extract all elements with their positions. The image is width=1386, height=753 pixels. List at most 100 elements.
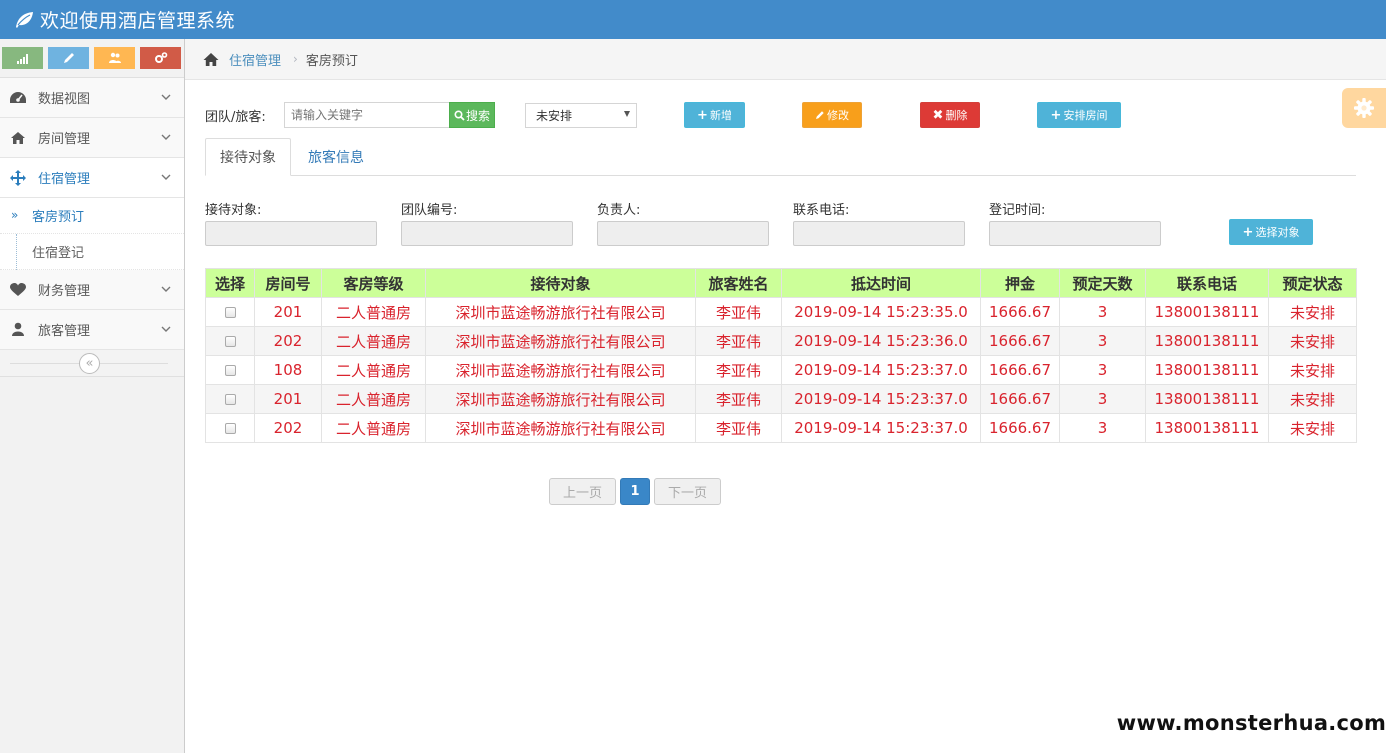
room-grade-cell: 二人普通房 — [321, 384, 426, 414]
reception-cell: 深圳市蓝途畅游旅行社有限公司 — [425, 297, 696, 327]
row-select-cell — [205, 384, 255, 414]
table-row[interactable]: 108 二人普通房 深圳市蓝途畅游旅行社有限公司 李亚伟 2019-09-14 … — [205, 355, 1357, 385]
arrival-time-cell: 2019-09-14 15:23:37.0 — [781, 413, 981, 443]
column-header[interactable]: 押金 — [980, 268, 1060, 298]
booking-days-cell: 3 — [1059, 297, 1146, 327]
breadcrumb-current: 客房预订 — [305, 53, 358, 69]
register-time-field[interactable] — [989, 221, 1161, 246]
status-select[interactable]: 未安排 — [525, 103, 637, 128]
settings-button[interactable] — [1342, 88, 1386, 128]
sidebar-item-label: 房间管理 — [38, 132, 91, 147]
shortcut-users-button[interactable] — [94, 47, 135, 69]
tab-reception[interactable]: 接待对象 — [205, 138, 291, 176]
column-header[interactable]: 预定状态 — [1268, 268, 1357, 298]
edit-button-label: 修改 — [827, 109, 849, 122]
tab-bar: 接待对象 旅客信息 — [205, 138, 1356, 176]
row-select-cell — [205, 413, 255, 443]
reception-label: 接待对象: — [205, 203, 262, 218]
close-icon: ✖ — [932, 107, 944, 123]
delete-button[interactable]: ✖ 删除 — [920, 102, 980, 128]
chevron-down-icon — [161, 134, 171, 140]
arrival-time-cell: 2019-09-14 15:23:37.0 — [781, 384, 981, 414]
register-time-label: 登记时间: — [989, 203, 1046, 218]
row-checkbox[interactable] — [224, 307, 236, 318]
cogs-icon — [154, 52, 167, 63]
row-checkbox[interactable] — [224, 423, 236, 434]
shortcut-signal-button[interactable] — [2, 47, 43, 69]
breadcrumb-separator: › — [293, 52, 298, 66]
row-checkbox[interactable] — [224, 336, 236, 347]
room-no-cell: 202 — [254, 326, 322, 356]
sidebar-subitem-room-booking[interactable]: » 客房预订 — [0, 198, 184, 234]
room-grade-cell: 二人普通房 — [321, 413, 426, 443]
room-no-cell: 108 — [254, 355, 322, 385]
row-checkbox[interactable] — [224, 365, 236, 376]
reception-cell: 深圳市蓝途畅游旅行社有限公司 — [425, 384, 696, 414]
add-button[interactable]: + 新增 — [684, 102, 745, 128]
page-1-button[interactable]: 1 — [620, 478, 650, 505]
plus-icon: + — [697, 107, 708, 123]
room-no-cell: 201 — [254, 297, 322, 327]
table-row[interactable]: 202 二人普通房 深圳市蓝途畅游旅行社有限公司 李亚伟 2019-09-14 … — [205, 326, 1357, 356]
column-header[interactable]: 预定天数 — [1059, 268, 1146, 298]
column-header[interactable]: 房间号 — [254, 268, 322, 298]
arrival-time-cell: 2019-09-14 15:23:37.0 — [781, 355, 981, 385]
chevron-down-icon — [161, 286, 171, 292]
column-header[interactable]: 旅客姓名 — [695, 268, 782, 298]
sidebar-item-lodging-management[interactable]: 住宿管理 — [0, 158, 184, 198]
home-icon — [8, 129, 28, 147]
double-angle-right-icon: » — [11, 208, 19, 222]
reception-cell: 深圳市蓝途畅游旅行社有限公司 — [425, 326, 696, 356]
search-button[interactable]: 搜索 — [449, 102, 495, 128]
table-row[interactable]: 201 二人普通房 深圳市蓝途畅游旅行社有限公司 李亚伟 2019-09-14 … — [205, 384, 1357, 414]
sidebar-item-label: 旅客管理 — [38, 324, 91, 339]
leader-label: 负责人: — [597, 203, 641, 218]
chevron-down-icon — [161, 94, 171, 100]
sidebar: 数据视图 房间管理 住宿管理 » 客房预订 住宿登记 财务管理 旅客管理 « — [0, 39, 185, 753]
phone-field[interactable] — [793, 221, 965, 246]
tab-traveler-info[interactable]: 旅客信息 — [291, 138, 381, 176]
column-header[interactable]: 联系电话 — [1145, 268, 1269, 298]
table-row[interactable]: 201 二人普通房 深圳市蓝途畅游旅行社有限公司 李亚伟 2019-09-14 … — [205, 297, 1357, 327]
leaf-icon — [16, 11, 33, 28]
status-cell: 未安排 — [1268, 297, 1357, 327]
row-checkbox[interactable] — [224, 394, 236, 405]
column-header[interactable]: 抵达时间 — [781, 268, 981, 298]
status-select-value: 未安排 — [536, 109, 573, 123]
room-no-cell: 201 — [254, 384, 322, 414]
room-grade-cell: 二人普通房 — [321, 326, 426, 356]
edit-button[interactable]: 修改 — [802, 102, 862, 128]
sidebar-item-traveler-management[interactable]: 旅客管理 — [0, 310, 184, 350]
breadcrumb: 住宿管理 › 客房预订 — [185, 39, 1386, 80]
row-select-cell — [205, 326, 255, 356]
home-icon — [203, 52, 219, 66]
dashboard-icon — [8, 89, 28, 107]
reception-cell: 深圳市蓝途畅游旅行社有限公司 — [425, 355, 696, 385]
leader-field[interactable] — [597, 221, 769, 246]
shortcut-pencil-button[interactable] — [48, 47, 89, 69]
shortcut-bar — [0, 39, 184, 78]
column-header[interactable]: 客房等级 — [321, 268, 426, 298]
sidebar-item-finance-management[interactable]: 财务管理 — [0, 270, 184, 310]
users-icon — [108, 52, 121, 63]
column-header[interactable]: 接待对象 — [425, 268, 696, 298]
shortcut-cogs-button[interactable] — [140, 47, 181, 69]
arrange-room-button[interactable]: + 安排房间 — [1037, 102, 1121, 128]
team-no-field[interactable] — [401, 221, 573, 246]
plus-icon: + — [1050, 107, 1062, 123]
choose-target-button[interactable]: + 选择对象 — [1229, 219, 1313, 245]
table-header-row: 选择 房间号 客房等级 接待对象 旅客姓名 抵达时间 押金 预定天数 联系电话 … — [205, 268, 1357, 298]
prev-page-button[interactable]: 上一页 — [549, 478, 616, 505]
table-row[interactable]: 202 二人普通房 深圳市蓝途畅游旅行社有限公司 李亚伟 2019-09-14 … — [205, 413, 1357, 443]
app-title: 欢迎使用酒店管理系统 — [40, 10, 236, 32]
reception-field[interactable] — [205, 221, 377, 246]
search-input[interactable] — [284, 102, 450, 128]
sidebar-collapse-button[interactable]: « — [79, 353, 100, 374]
sidebar-subitem-check-in[interactable]: 住宿登记 — [0, 234, 184, 270]
breadcrumb-link-lodging[interactable]: 住宿管理 — [229, 50, 281, 69]
sidebar-item-room-management[interactable]: 房间管理 — [0, 118, 184, 158]
sidebar-item-data-view[interactable]: 数据视图 — [0, 78, 184, 118]
column-header: 选择 — [205, 268, 255, 298]
gear-icon — [1354, 98, 1374, 118]
next-page-button[interactable]: 下一页 — [654, 478, 721, 505]
